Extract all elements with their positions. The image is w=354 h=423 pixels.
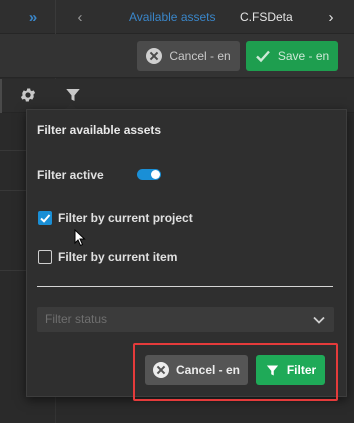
popover-cancel-button[interactable]: Cancel - en <box>145 355 248 385</box>
check-icon <box>255 50 270 63</box>
filter-icon <box>266 365 278 375</box>
nav-separator <box>55 0 56 34</box>
breadcrumb-current-item: C.FSDeta <box>240 10 293 24</box>
top-navigation-bar: » ‹ Available assets C.FSDeta › <box>0 0 354 34</box>
filter-by-item-checkbox[interactable] <box>38 250 52 264</box>
toolbar-edge <box>0 79 2 113</box>
filter-status-placeholder: Filter status <box>45 312 108 326</box>
collapse-panel-icon[interactable]: » <box>18 0 48 34</box>
asset-toolbar <box>0 79 354 113</box>
back-chevron-icon[interactable]: ‹ <box>65 0 95 34</box>
cancel-button[interactable]: Cancel - en <box>137 41 240 71</box>
filter-status-select[interactable]: Filter status <box>37 307 334 332</box>
gear-icon[interactable] <box>17 84 39 106</box>
popover-divider <box>37 286 333 287</box>
chevron-down-icon <box>313 316 325 324</box>
list-row-line <box>0 270 26 271</box>
app-window: » ‹ Available assets C.FSDeta › Cancel -… <box>0 0 354 423</box>
list-row-line <box>0 150 26 151</box>
filter-active-toggle[interactable] <box>137 169 161 180</box>
save-button-label: Save - en <box>277 49 330 63</box>
toggle-knob <box>151 170 160 179</box>
cancel-button-label: Cancel - en <box>169 49 231 63</box>
filter-by-project-checkbox[interactable] <box>38 211 52 225</box>
cancel-circle-icon <box>146 48 163 64</box>
filter-by-item-label[interactable]: Filter by current item <box>58 250 177 264</box>
apply-filter-button[interactable]: Filter <box>256 355 325 385</box>
cancel-circle-icon <box>152 362 169 378</box>
save-button[interactable]: Save - en <box>246 41 338 71</box>
forward-chevron-icon[interactable]: › <box>318 0 344 34</box>
filter-active-label: Filter active <box>37 168 104 182</box>
breadcrumb-available-assets[interactable]: Available assets <box>129 0 216 34</box>
popover-cancel-label: Cancel - en <box>175 363 241 377</box>
apply-filter-label: Filter <box>286 363 317 377</box>
list-row-line <box>0 190 26 191</box>
mouse-cursor-icon <box>74 229 86 247</box>
filter-by-project-label[interactable]: Filter by current project <box>58 211 193 225</box>
popover-title: Filter available assets <box>37 123 162 137</box>
checkmark-icon <box>40 214 51 223</box>
